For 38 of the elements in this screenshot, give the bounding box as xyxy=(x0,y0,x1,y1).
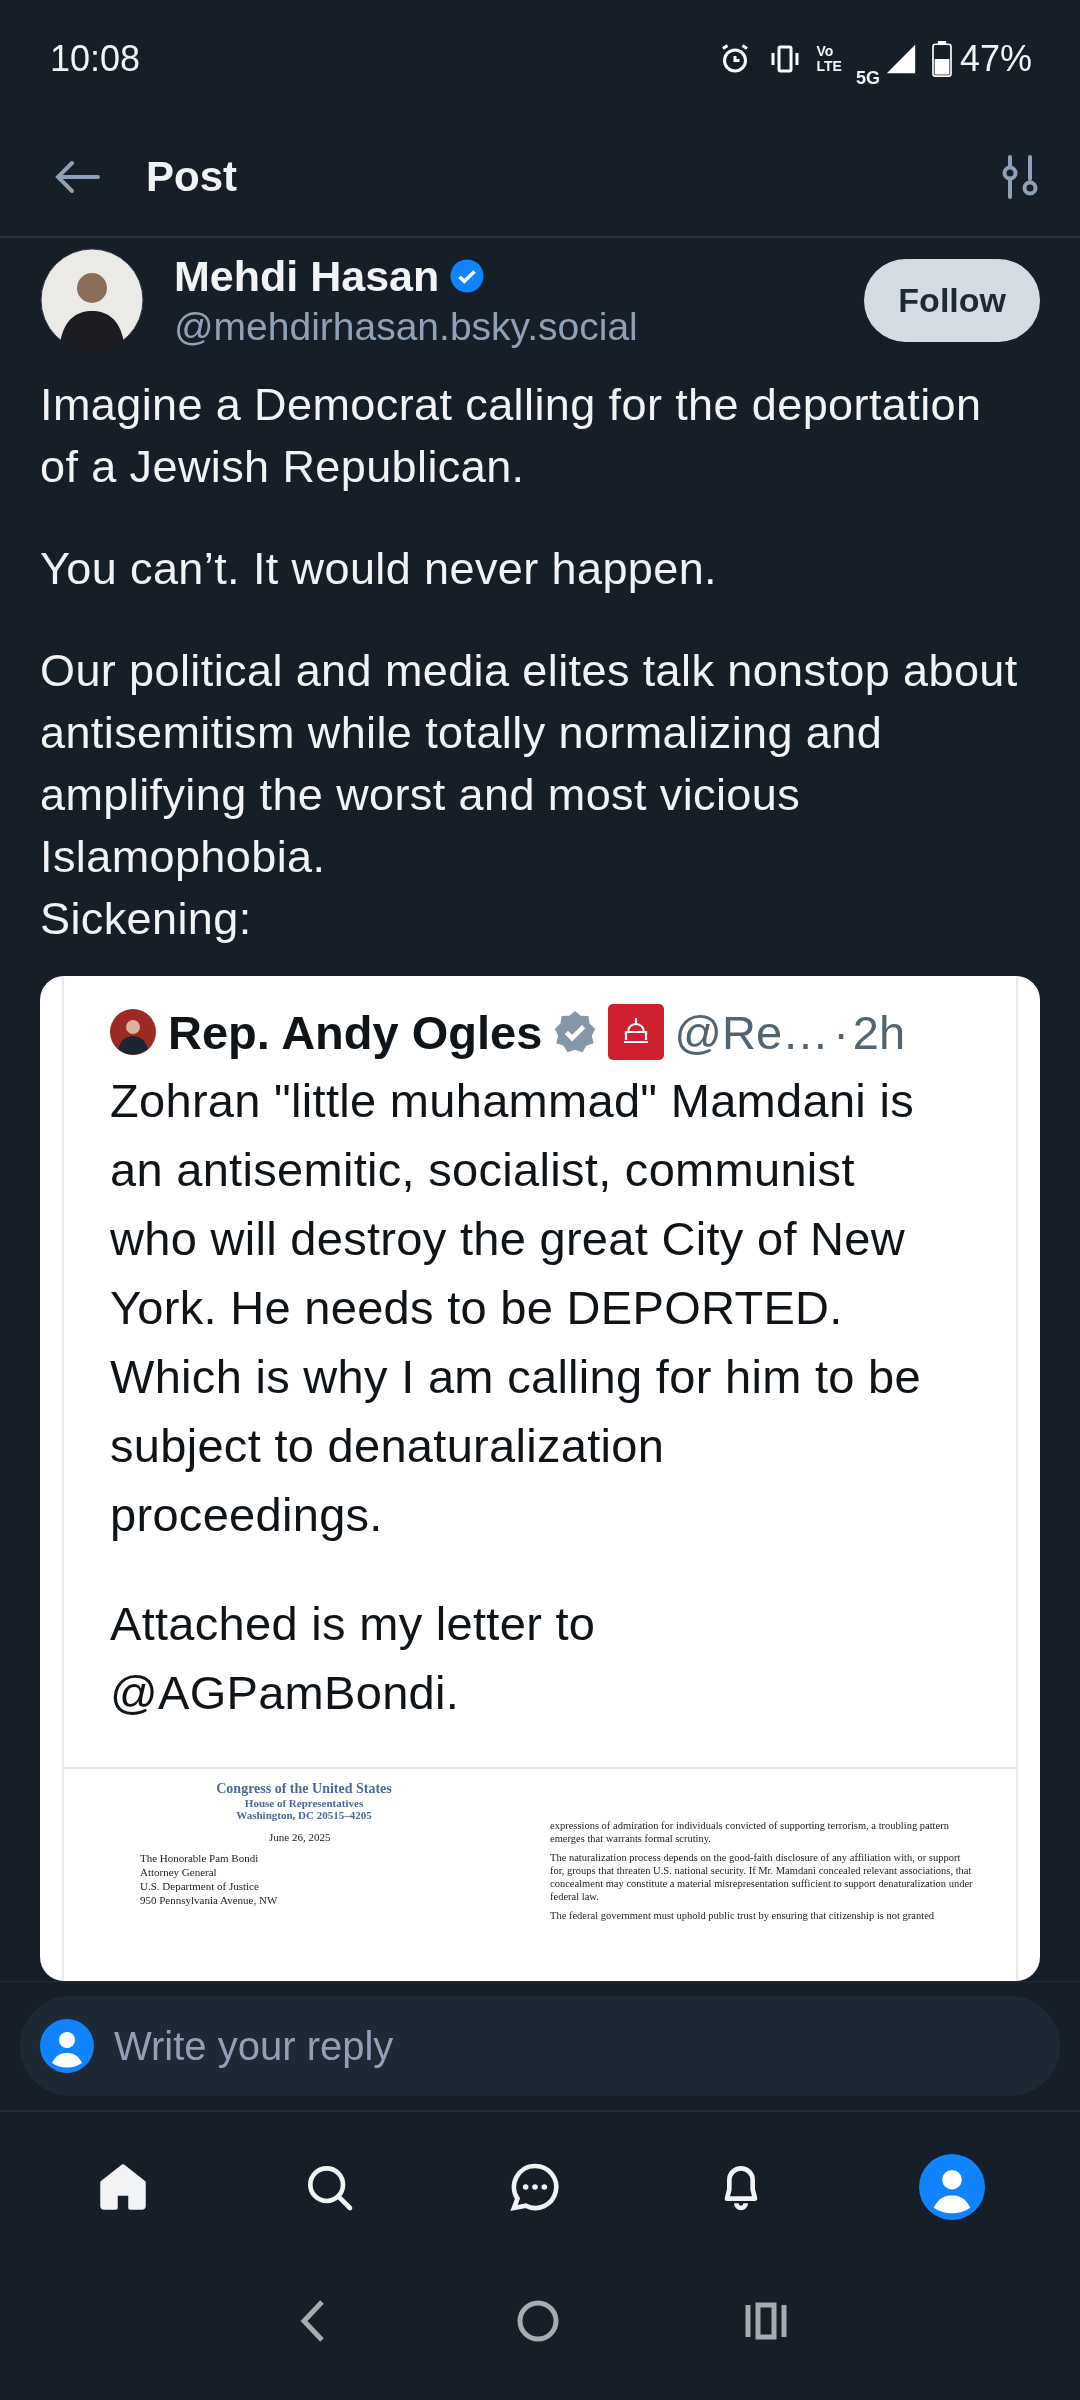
post-text: Our political and media elites talk nonstop about antisemitism while totally normalizing and amplifying the worst and most vicious Islamophobia. Sickening: xyxy=(40,644,1019,946)
profile-icon[interactable] xyxy=(919,2154,985,2220)
follow-button[interactable]: Follow xyxy=(864,258,1040,342)
letterhead-line: Washington, DC 20515–4205 xyxy=(236,1809,372,1821)
reply-field[interactable]: Write your reply xyxy=(20,1996,1060,2096)
battery-level: 47% xyxy=(959,38,1032,80)
embedded-text: Zohran "little muhammad" Mamdani is an antisemitic, socialist, communist who will destroy the great City of New York. He needs to be DEPORTED. Which is why I am calling for him to be subject to denaturalization proceedings. xyxy=(110,1073,922,1543)
letterhead-line: House of Representatives xyxy=(244,1797,364,1809)
letterhead-line: Congress of the United States xyxy=(216,1781,392,1797)
address-line: The Honorable Pam Bondi xyxy=(140,1851,260,1865)
letter-paragraph: expressions of admiration for individuals convicted of supporting terrorism, a troubling pattern emerges that warrants formal scrutiny. xyxy=(550,1819,950,1845)
letter-paragraph: The federal government must uphold public trust by ensuring that citizenship is not granted xyxy=(550,1909,936,1922)
status-time: 10:08 xyxy=(50,38,141,80)
avatar-icon xyxy=(40,2019,94,2073)
embedded-time: 2h xyxy=(852,1004,906,1060)
letter-date: June 26, 2025 xyxy=(269,1831,332,1843)
battery-icon xyxy=(931,41,952,77)
embedded-image[interactable] xyxy=(40,976,1040,1981)
author-name[interactable]: Mehdi Hasan xyxy=(174,251,440,301)
home-button-icon[interactable] xyxy=(516,2299,560,2343)
network-type: 5G xyxy=(855,67,880,89)
letter-paragraph: The naturalization process depends on the good-faith disclosure of any affiliation with, or support for, groups that threaten U.S. national security. If Mr. Mamdani concealed relevant associations, that concealment may constitute a material misrepresentation sufficient to support denaturalization under federal law. xyxy=(550,1851,974,1903)
page-title: Post xyxy=(146,153,238,201)
post-text: Imagine a Democrat calling for the deportation of a Jewish Republican. xyxy=(40,378,983,494)
avatar xyxy=(110,1009,156,1055)
avatar[interactable] xyxy=(40,248,144,352)
address-line: U.S. Department of Justice xyxy=(140,1879,260,1893)
sliders-icon[interactable] xyxy=(1000,155,1040,199)
capitol-badge-icon xyxy=(608,1004,665,1060)
embedded-author-name: Rep. Andy Ogles xyxy=(168,1004,543,1060)
volte-indicator: Vo LTE xyxy=(816,44,842,74)
embedded-text: Attached is my letter to @AGPamBondi. xyxy=(110,1596,597,1721)
post-text: You can’t. It would never happen. xyxy=(40,542,719,596)
address-line: Attorney General xyxy=(140,1865,218,1879)
address-line: 950 Pennsylvania Avenue, NW xyxy=(140,1893,279,1907)
author-handle[interactable]: @mehdirhasan.bsky.social xyxy=(174,304,835,349)
embedded-handle: @Re… xyxy=(674,1004,830,1060)
separator: · xyxy=(833,1004,849,1060)
